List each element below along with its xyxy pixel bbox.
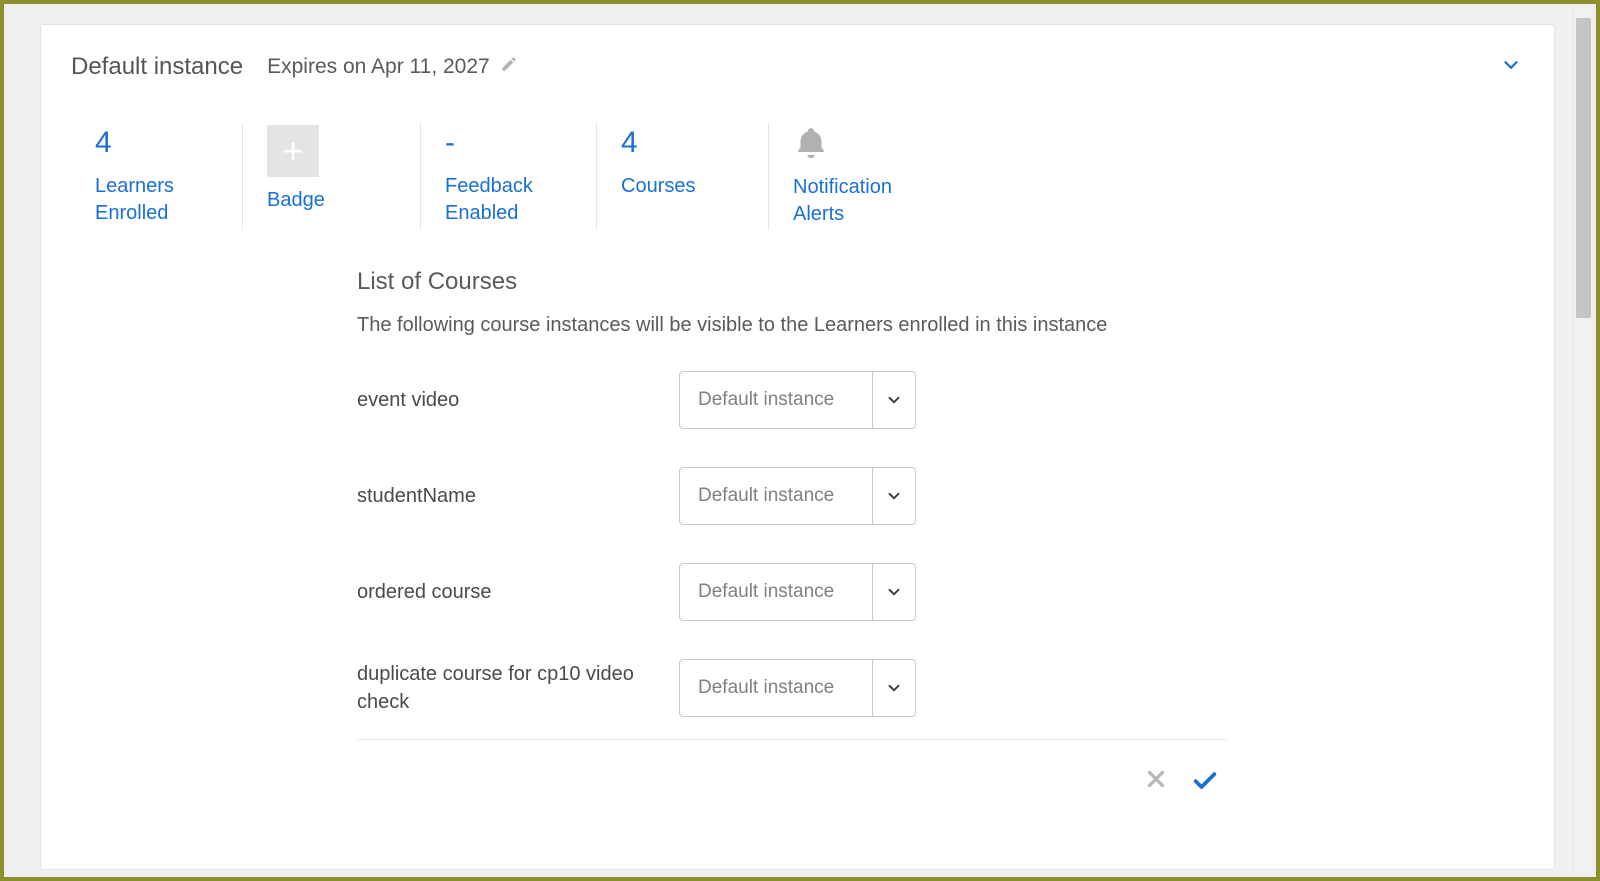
- course-label: duplicate course for cp10 video check: [357, 660, 679, 716]
- course-instance-select[interactable]: Default instance: [679, 659, 916, 717]
- expiry-text: Expires on Apr 11, 2027: [267, 55, 490, 79]
- add-badge-button[interactable]: +: [267, 125, 319, 177]
- plus-icon: +: [282, 130, 303, 172]
- course-instance-value: Default instance: [680, 468, 873, 524]
- course-row: ordered course Default instance: [357, 563, 1227, 621]
- course-instance-select[interactable]: Default instance: [679, 467, 916, 525]
- chevron-down-icon: [873, 564, 915, 620]
- chevron-down-icon: [873, 660, 915, 716]
- course-instance-value: Default instance: [680, 660, 873, 716]
- notification-label[interactable]: Notification Alerts: [793, 174, 939, 228]
- chevron-down-icon: [873, 468, 915, 524]
- course-instance-value: Default instance: [680, 564, 873, 620]
- scrollbar[interactable]: [1573, 8, 1592, 873]
- course-row: event video Default instance: [357, 371, 1227, 429]
- chevron-down-icon: [873, 372, 915, 428]
- courses-subtext: The following course instances will be v…: [357, 314, 1227, 337]
- cancel-button[interactable]: [1143, 766, 1169, 799]
- course-instance-select[interactable]: Default instance: [679, 563, 916, 621]
- feedback-label[interactable]: Feedback Enabled: [445, 173, 556, 227]
- scrollbar-thumb[interactable]: [1576, 18, 1591, 318]
- course-instance-select[interactable]: Default instance: [679, 371, 916, 429]
- courses-count: 4: [621, 125, 728, 161]
- learners-count: 4: [95, 125, 202, 161]
- instance-card: Default instance Expires on Apr 11, 2027…: [40, 24, 1555, 870]
- edit-expiry-icon[interactable]: [500, 55, 518, 79]
- stats-row: 4 Learners Enrolled + Badge - Feedback E…: [41, 91, 1554, 258]
- bell-icon[interactable]: [793, 125, 939, 166]
- course-row: studentName Default instance: [357, 467, 1227, 525]
- course-label: event video: [357, 386, 679, 414]
- expiry-text-wrapper: Expires on Apr 11, 2027: [267, 55, 518, 79]
- stat-feedback: - Feedback Enabled: [421, 123, 597, 230]
- instance-title: Default instance: [71, 53, 243, 81]
- stat-learners: 4 Learners Enrolled: [71, 123, 243, 230]
- course-instance-value: Default instance: [680, 372, 873, 428]
- courses-section: List of Courses The following course ins…: [41, 268, 1554, 799]
- course-row: duplicate course for cp10 video check De…: [357, 659, 1227, 717]
- card-header: Default instance Expires on Apr 11, 2027: [41, 25, 1554, 91]
- learners-label[interactable]: Learners Enrolled: [95, 173, 202, 227]
- stat-badge: + Badge: [243, 123, 421, 230]
- courses-heading: List of Courses: [357, 268, 1227, 296]
- stat-notification: Notification Alerts: [769, 123, 979, 230]
- courses-actions: [357, 740, 1227, 799]
- course-label: ordered course: [357, 578, 679, 606]
- course-label: studentName: [357, 482, 679, 510]
- feedback-value: -: [445, 125, 556, 161]
- courses-label[interactable]: Courses: [621, 173, 728, 200]
- stat-courses: 4 Courses: [597, 123, 769, 230]
- confirm-button[interactable]: [1191, 766, 1219, 799]
- collapse-toggle-icon[interactable]: [1500, 54, 1522, 81]
- badge-label[interactable]: Badge: [267, 187, 380, 214]
